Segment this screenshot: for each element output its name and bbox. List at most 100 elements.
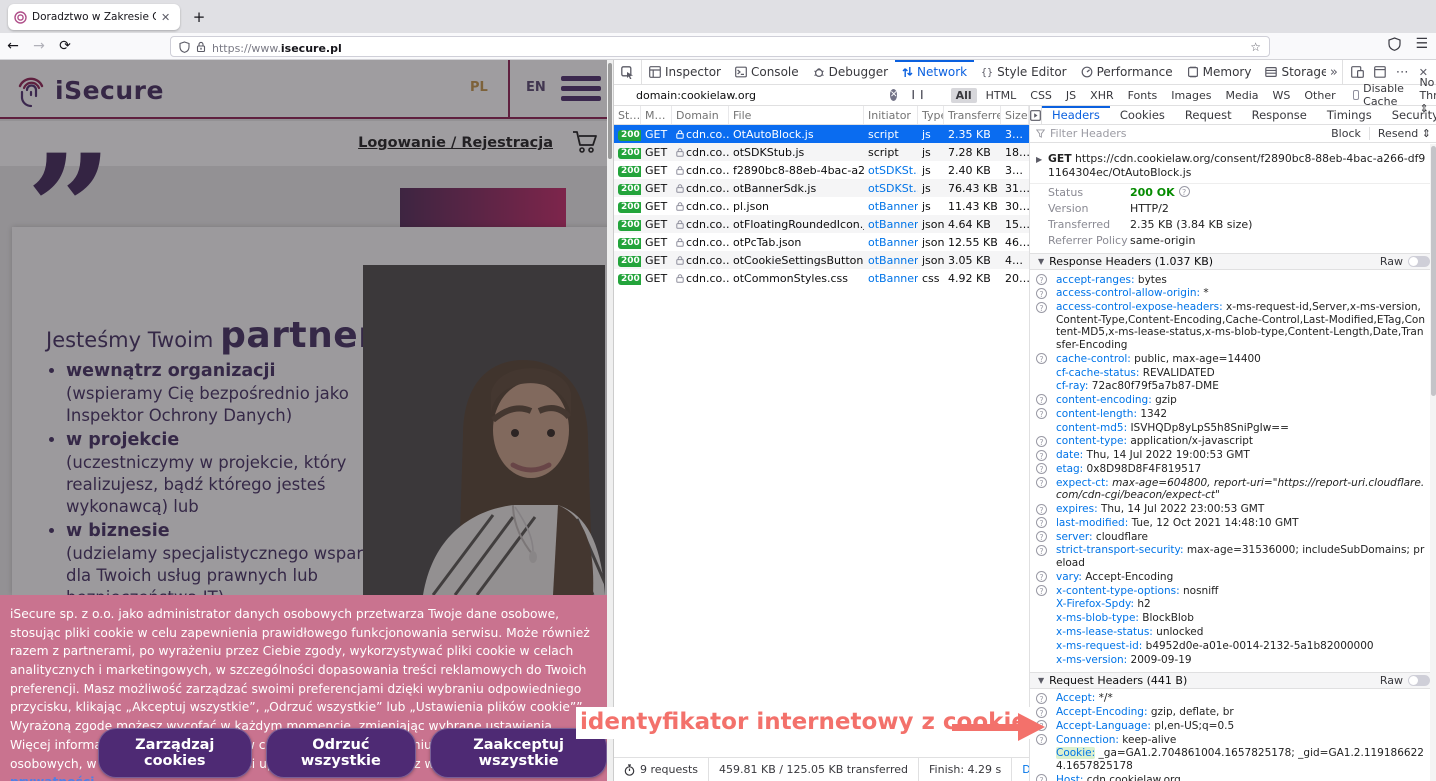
type-filter-fonts[interactable]: Fonts bbox=[1123, 88, 1163, 103]
header-row[interactable]: ?date: Thu, 14 Jul 2022 19:00:53 GMT bbox=[1030, 449, 1436, 463]
column-header-3[interactable]: File bbox=[729, 106, 864, 124]
header-row[interactable]: content-md5: ISVHQDp8yLpS5h8SniPgIw== bbox=[1030, 421, 1436, 435]
details-tab-response[interactable]: Response bbox=[1242, 106, 1317, 124]
header-row[interactable]: x-ms-version: 2009-09-19 bbox=[1030, 653, 1436, 667]
table-row[interactable]: 200GETcdn.co…otPcTab.jsonotBanner…json12… bbox=[614, 233, 1029, 251]
help-icon[interactable]: ? bbox=[1036, 450, 1047, 461]
table-row[interactable]: 200GETcdn.co…f2890bc8-88eb-4bac-a266-df9… bbox=[614, 161, 1029, 179]
help-icon[interactable]: ? bbox=[1036, 504, 1047, 515]
header-row[interactable]: ?content-length: 1342 bbox=[1030, 407, 1436, 421]
table-row[interactable]: 200GETcdn.co…otFloatingRoundedIcon.jsono… bbox=[614, 215, 1029, 233]
header-row[interactable]: ?etag: 0x8D98D8F4F819517 bbox=[1030, 462, 1436, 476]
header-row[interactable]: ?server: cloudflare bbox=[1030, 530, 1436, 544]
details-tab-timings[interactable]: Timings bbox=[1317, 106, 1382, 124]
table-row[interactable]: 200GETcdn.co…OtAutoBlock.jsscriptjs2.35 … bbox=[614, 125, 1029, 143]
type-filter-xhr[interactable]: XHR bbox=[1085, 88, 1118, 103]
header-row[interactable]: ?Accept-Language: pl,en-US;q=0.5 bbox=[1030, 719, 1436, 733]
header-row[interactable]: ?content-type: application/x-javascript bbox=[1030, 435, 1436, 449]
help-icon[interactable]: ? bbox=[1036, 531, 1047, 542]
details-tab-request[interactable]: Request bbox=[1175, 106, 1242, 124]
help-icon[interactable]: ? bbox=[1036, 408, 1047, 419]
help-icon[interactable]: ? bbox=[1036, 517, 1047, 528]
header-row[interactable]: ?last-modified: Tue, 12 Oct 2021 14:48:1… bbox=[1030, 516, 1436, 530]
site-scrollbar-thumb[interactable] bbox=[608, 63, 612, 159]
header-row[interactable]: ?x-content-type-options: nosniff bbox=[1030, 584, 1436, 598]
filter-headers-input[interactable]: Filter Headers bbox=[1050, 127, 1127, 140]
help-icon[interactable]: ? bbox=[1036, 436, 1047, 447]
header-row[interactable]: ?Accept-Encoding: gzip, deflate, br bbox=[1030, 706, 1436, 720]
pick-element-icon[interactable] bbox=[614, 60, 642, 84]
cookie-button-0[interactable]: Zarządzaj cookies bbox=[98, 728, 252, 778]
devtools-tab-inspector[interactable]: Inspector bbox=[642, 60, 728, 84]
header-row[interactable]: ?Host: cdn.cookielaw.org bbox=[1030, 773, 1436, 781]
block-url-button[interactable]: Block bbox=[1331, 127, 1361, 140]
type-filter-js[interactable]: JS bbox=[1061, 88, 1081, 103]
help-icon[interactable]: ? bbox=[1036, 302, 1047, 313]
help-icon[interactable]: ? bbox=[1036, 774, 1047, 781]
help-icon[interactable]: ? bbox=[1036, 288, 1047, 299]
header-row[interactable]: ?strict-transport-security: max-age=3153… bbox=[1030, 544, 1436, 570]
help-icon[interactable]: ? bbox=[1036, 274, 1047, 285]
url-bar[interactable]: https://www.isecure.pl ☆ bbox=[170, 36, 1270, 57]
dock-window-icon[interactable] bbox=[1374, 66, 1386, 78]
header-row[interactable]: ?cache-control: public, max-age=14400 bbox=[1030, 352, 1436, 366]
expand-triangle-icon[interactable]: ▶ bbox=[1036, 153, 1042, 167]
header-row[interactable]: x-ms-request-id: b4952d0e-a01e-0014-2132… bbox=[1030, 639, 1436, 653]
column-header-0[interactable]: St… bbox=[614, 106, 641, 124]
resend-button[interactable]: Resend ⇕ bbox=[1369, 127, 1431, 140]
bookmark-star-icon[interactable]: ☆ bbox=[1250, 40, 1261, 54]
help-icon[interactable]: ? bbox=[1179, 186, 1190, 197]
response-headers-section[interactable]: ▼ Response Headers (1.037 KB) Raw bbox=[1030, 253, 1436, 270]
type-filter-html[interactable]: HTML bbox=[981, 88, 1022, 103]
browser-tab[interactable]: Doradztwo w Zakresie Ochrony Dany ✕ bbox=[8, 4, 180, 30]
header-row[interactable]: x-ms-lease-status: unlocked bbox=[1030, 625, 1436, 639]
disable-cache-checkbox[interactable]: Disable Cache bbox=[1353, 82, 1408, 108]
header-row[interactable]: ?content-encoding: gzip bbox=[1030, 393, 1436, 407]
column-header-6[interactable]: Transferred bbox=[944, 106, 1001, 124]
lock-icon[interactable] bbox=[196, 41, 206, 53]
help-icon[interactable]: ? bbox=[1036, 353, 1047, 364]
column-header-5[interactable]: Type bbox=[918, 106, 944, 124]
account-shield-icon[interactable] bbox=[1388, 37, 1401, 51]
devtools-tab-network[interactable]: Network bbox=[895, 60, 974, 84]
table-row[interactable]: 200GETcdn.co…otBannerSdk.jsotSDKSt…js76.… bbox=[614, 179, 1029, 197]
toggle-details-pane-icon[interactable] bbox=[1030, 106, 1042, 124]
reload-button[interactable]: ⟳ bbox=[52, 38, 78, 54]
help-icon[interactable]: ? bbox=[1036, 394, 1047, 405]
network-filter-input[interactable]: domain:cookielaw.org bbox=[636, 89, 756, 102]
devtools-tab-performance[interactable]: Performance bbox=[1074, 60, 1180, 84]
type-filter-other[interactable]: Other bbox=[1299, 88, 1340, 103]
table-row[interactable]: 200GETcdn.co…otSDKStub.jsscriptjs7.28 KB… bbox=[614, 143, 1029, 161]
header-row[interactable]: cf-ray: 72ac80f79f5a7b87-DME bbox=[1030, 380, 1436, 394]
header-row[interactable]: ?vary: Accept-Encoding bbox=[1030, 570, 1436, 584]
column-header-4[interactable]: Initiator bbox=[864, 106, 918, 124]
header-row[interactable]: X-Firefox-Spdy: h2 bbox=[1030, 598, 1436, 612]
details-tab-cookies[interactable]: Cookies bbox=[1110, 106, 1175, 124]
request-url-line[interactable]: ▶ GET https://cdn.cookielaw.org/consent/… bbox=[1030, 150, 1436, 184]
help-icon[interactable]: ? bbox=[1036, 545, 1047, 556]
header-row[interactable]: ?Connection: keep-alive bbox=[1030, 733, 1436, 747]
column-header-7[interactable]: Size bbox=[1001, 106, 1029, 124]
devtools-tab-console[interactable]: Console bbox=[728, 60, 806, 84]
type-filter-media[interactable]: Media bbox=[1220, 88, 1263, 103]
responsive-design-icon[interactable] bbox=[1351, 66, 1364, 78]
meatball-menu-icon[interactable]: ⋯ bbox=[1396, 65, 1409, 80]
domcontentloaded-time[interactable]: DOMContentLoaded: bbox=[1012, 758, 1029, 781]
raw-toggle[interactable] bbox=[1408, 256, 1430, 267]
column-header-2[interactable]: Domain bbox=[672, 106, 729, 124]
raw-toggle[interactable] bbox=[1408, 675, 1430, 686]
header-row[interactable]: ?expect-ct: max-age=604800, report-uri="… bbox=[1030, 476, 1436, 502]
devtools-tab-storage[interactable]: Storage bbox=[1258, 60, 1325, 84]
clear-filter-icon[interactable]: ✕ bbox=[890, 89, 898, 101]
request-headers-section[interactable]: ▼ Request Headers (441 B) Raw bbox=[1030, 672, 1436, 689]
devtools-tab-memory[interactable]: Memory bbox=[1180, 60, 1259, 84]
menu-icon[interactable]: ☰ bbox=[1415, 36, 1428, 52]
type-filter-images[interactable]: Images bbox=[1166, 88, 1216, 103]
checkbox-icon[interactable] bbox=[1353, 90, 1360, 100]
details-scrollbar[interactable] bbox=[1430, 144, 1436, 781]
details-scrollbar-thumb[interactable] bbox=[1431, 146, 1436, 396]
more-tabs-icon[interactable]: » bbox=[1326, 60, 1342, 84]
tracking-shield-icon[interactable] bbox=[179, 41, 190, 53]
cookie-button-1[interactable]: Odrzuć wszystkie bbox=[266, 728, 417, 778]
details-tab-security[interactable]: Security bbox=[1382, 106, 1436, 124]
